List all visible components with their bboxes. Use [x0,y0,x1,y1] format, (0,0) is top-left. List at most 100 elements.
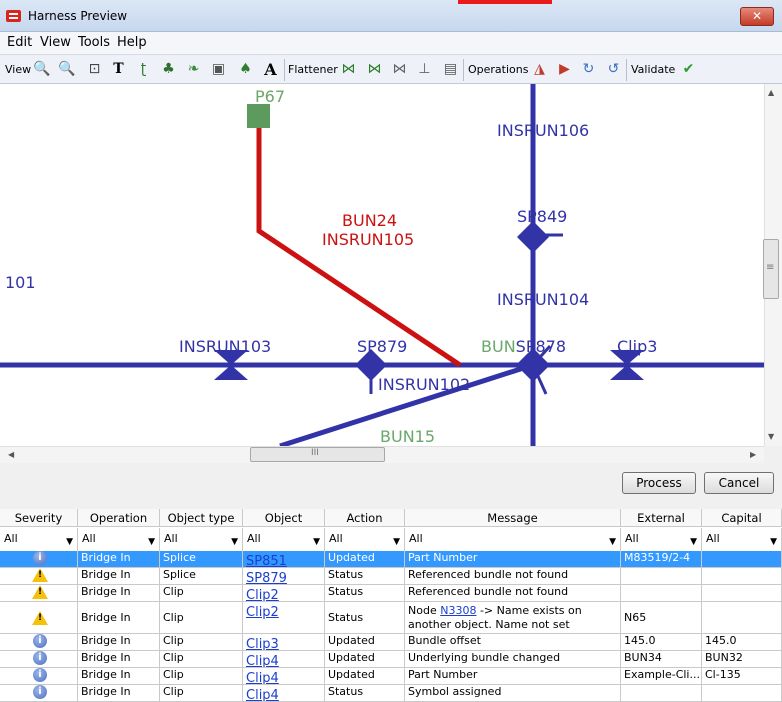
horizontal-grip-icon: III [311,448,319,458]
header-capital[interactable]: Capital [702,509,782,527]
cancel-button[interactable]: Cancel [704,472,774,494]
label-clip3: Clip3 [617,337,658,356]
warning-icon: ! [32,585,48,599]
menu-tools[interactable]: Tools [78,35,110,50]
menu-edit[interactable]: Edit [7,35,32,50]
header-object[interactable]: Object [243,509,325,527]
zoom-in-icon[interactable]: 🔍 [33,61,50,78]
object-link[interactable]: Clip4 [243,685,325,702]
toolbar-separator [626,59,627,81]
message-cell: Node N3308 -> Name exists on another obj… [405,602,621,634]
label-insrun102: INSRUN102 [378,375,471,394]
validate-check-icon[interactable]: ✔ [680,61,697,78]
flatten-all-icon[interactable]: ⋈ [366,61,383,78]
angle-icon[interactable]: ⊥ [416,61,433,78]
table-row[interactable]: i Bridge In Clip Clip3 Updated Bundle of… [0,634,782,651]
text-toggle-icon[interactable]: T [110,61,127,78]
flatten-icon[interactable]: ⋈ [340,61,357,78]
object-link[interactable]: SP851 [243,551,325,568]
header-operation[interactable]: Operation [78,509,160,527]
label-101: 101 [5,273,36,292]
label-insrun103: INSRUN103 [179,337,272,356]
table-row[interactable]: ! Bridge In Clip Clip2 Status Node N3308… [0,602,782,634]
title-accent-tab [458,0,552,4]
rotate-ccw-icon[interactable]: ↺ [605,61,622,78]
rotate-cw-icon[interactable]: ↻ [580,61,597,78]
object-link[interactable]: Clip3 [243,634,325,651]
label-insrun105: INSRUN105 [322,230,415,249]
toolbar-separator [463,59,464,81]
label-bun15: BUN15 [380,427,436,446]
chevron-down-icon: ▼ [66,537,73,547]
scroll-left-icon[interactable]: ◀ [8,450,14,459]
zoom-out-icon[interactable]: 🔍 [58,61,75,78]
scroll-down-icon[interactable]: ▼ [768,432,774,441]
branch-icon[interactable]: ⋈ [391,61,408,78]
table-row[interactable]: i Bridge In Clip Clip4 Updated Part Numb… [0,668,782,685]
bundle-icon[interactable]: ♠ [237,61,254,78]
table-row[interactable]: i Bridge In Clip Clip4 Status Symbol ass… [0,685,782,702]
label-insrun106: INSRUN106 [497,121,590,140]
label-toggle-icon[interactable]: ʈ [135,61,152,78]
header-message[interactable]: Message [405,509,621,527]
toolbar-separator [284,59,285,81]
header-object-type[interactable]: Object type [160,509,243,527]
vertical-grip-icon: ≡ [766,262,775,273]
results-grid: Severity Operation Object type Object Ac… [0,509,782,702]
object-link[interactable]: SP879 [243,568,325,585]
harness-canvas[interactable]: P67 INSRUN106 BUN24 INSRUN105 SP849 101 … [0,84,764,446]
app-icon [6,10,21,22]
camera-icon[interactable]: ▣ [210,61,227,78]
object-link[interactable]: Clip2 [243,585,325,602]
scroll-up-icon[interactable]: ▲ [768,88,774,97]
tree-icon[interactable]: ♣ [160,61,177,78]
menu-view[interactable]: View [40,35,71,50]
toolbar: View 🔍 🔍 ⊡ T ʈ ♣ ❧ ▣ ♠ A Flattener ⋈ ⋈ ⋈… [0,54,782,84]
header-action[interactable]: Action [325,509,405,527]
close-button[interactable]: ✕ [740,7,774,26]
table-row[interactable]: i Bridge In Clip Clip4 Updated Underlyin… [0,651,782,668]
notes-icon[interactable]: ▤ [442,61,459,78]
object-link[interactable]: Clip4 [243,668,325,685]
info-icon: i [33,668,47,682]
table-row[interactable]: ! Bridge In Splice SP879 Status Referenc… [0,568,782,585]
chevron-down-icon: ▼ [690,537,697,547]
chevron-down-icon: ▼ [148,537,155,547]
info-icon: i [33,634,47,648]
label-bun24: BUN24 [342,211,398,230]
chevron-down-icon: ▼ [393,537,400,547]
header-external[interactable]: External [621,509,702,527]
chevron-down-icon: ▼ [609,537,616,547]
mirror-icon[interactable]: ◮ [531,61,548,78]
object-link[interactable]: Clip2 [243,602,325,634]
validate-button[interactable]: Validate [631,63,675,76]
window-title: Harness Preview [28,9,128,23]
info-icon: i [33,651,47,665]
label-bunsp878: BUNSP878 [481,337,566,356]
view-group-label: View [5,63,32,76]
label-p67: P67 [255,87,286,106]
zoom-fit-icon[interactable]: ⊡ [86,61,103,78]
chevron-down-icon: ▼ [313,537,320,547]
table-row[interactable]: ! Bridge In Clip Clip2 Status Referenced… [0,585,782,602]
operations-group-label: Operations [468,63,529,76]
leaf-icon[interactable]: ❧ [185,61,202,78]
flag-icon[interactable]: ▶ [556,61,573,78]
header-severity[interactable]: Severity [0,509,78,527]
table-row[interactable]: i Bridge In Splice SP851 Updated Part Nu… [0,551,782,568]
menu-bar: Edit View Tools Help [0,32,782,54]
menu-help[interactable]: Help [117,35,147,50]
node-link[interactable]: N3308 [440,604,476,617]
object-link[interactable]: Clip4 [243,651,325,668]
font-icon[interactable]: A [262,61,279,78]
process-button[interactable]: Process [622,472,696,494]
connector-p67[interactable] [247,104,270,128]
warning-icon: ! [32,568,48,582]
label-insrun104: INSRUN104 [497,290,590,309]
scroll-right-icon[interactable]: ▶ [750,450,756,459]
info-icon: i [33,685,47,699]
label-sp879: SP879 [357,337,408,356]
flattener-group-label: Flattener [288,63,338,76]
chevron-down-icon: ▼ [231,537,238,547]
chevron-down-icon: ▼ [770,537,777,547]
